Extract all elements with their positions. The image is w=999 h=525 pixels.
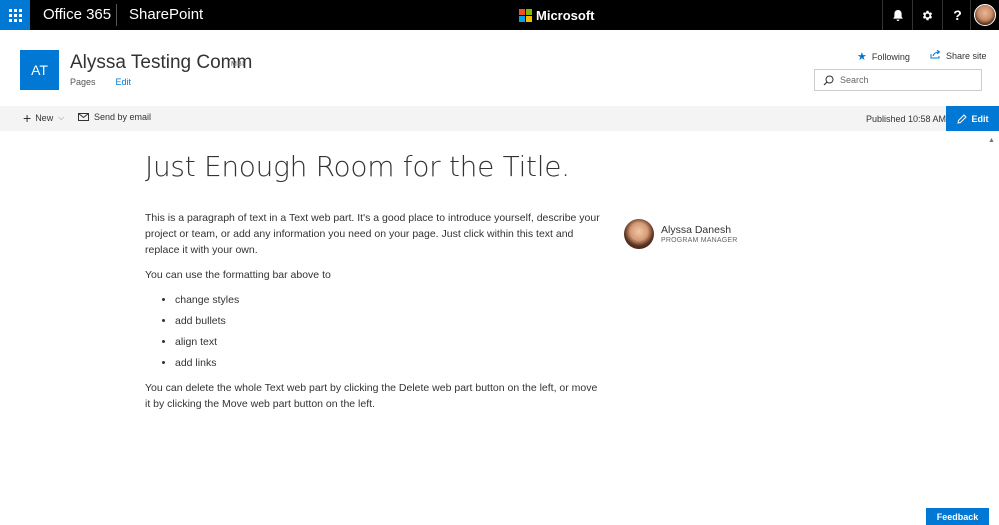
- bell-icon[interactable]: [882, 0, 912, 30]
- site-logo[interactable]: AT: [20, 50, 59, 90]
- feedback-button[interactable]: Feedback: [926, 508, 989, 525]
- waffle-icon[interactable]: [0, 0, 30, 30]
- nav-pages-link[interactable]: Pages: [70, 77, 96, 87]
- text-web-part: This is a paragraph of text in a Text we…: [145, 210, 605, 421]
- send-by-email-button[interactable]: Send by email: [78, 112, 151, 122]
- share-site-label: Share site: [946, 51, 987, 61]
- plus-icon: +: [23, 110, 32, 126]
- person-role: PROGRAM MANAGER: [661, 237, 738, 244]
- help-icon[interactable]: ?: [942, 0, 972, 30]
- site-navigation: Pages Edit: [70, 77, 131, 87]
- list-item: align text: [175, 334, 605, 350]
- microsoft-logo: Microsoft: [519, 8, 595, 23]
- search-icon: [823, 75, 834, 85]
- suite-divider: [116, 4, 117, 26]
- share-site-button[interactable]: Share site: [930, 49, 987, 62]
- search-input[interactable]: [840, 75, 970, 85]
- following-button[interactable]: ★ Following: [857, 50, 910, 63]
- person-photo: [624, 219, 654, 249]
- paragraph: You can use the formatting bar above to: [145, 269, 331, 281]
- user-avatar[interactable]: [970, 0, 999, 30]
- paragraph: You can delete the whole Text web part b…: [145, 382, 598, 410]
- chevron-down-icon: ⌵: [58, 113, 65, 122]
- sharepoint-link[interactable]: SharePoint: [129, 6, 203, 24]
- bullet-list: change styles add bullets align text add…: [175, 292, 605, 371]
- following-label: Following: [871, 51, 910, 62]
- microsoft-logo-icon: [519, 9, 532, 22]
- edit-label: Edit: [971, 113, 989, 124]
- scroll-up-arrow[interactable]: ▲: [988, 137, 995, 144]
- share-icon: [930, 49, 941, 62]
- send-by-email-label: Send by email: [94, 112, 152, 122]
- person-name: Alyssa Danesh: [661, 224, 732, 236]
- new-label: New: [35, 113, 54, 123]
- edit-page-button[interactable]: Edit: [946, 106, 999, 131]
- microsoft-brand: Microsoft: [536, 8, 595, 23]
- star-icon: ★: [857, 51, 867, 63]
- list-item: add bullets: [175, 313, 605, 329]
- command-bar: + New ⌵ Send by email Published 10:58 AM…: [0, 106, 999, 131]
- list-item: add links: [175, 355, 605, 371]
- mail-icon: [78, 113, 89, 121]
- list-item: change styles: [175, 292, 605, 308]
- site-title[interactable]: Alyssa Testing Comm: [70, 52, 252, 74]
- person-card[interactable]: Alyssa Danesh PROGRAM MANAGER: [624, 219, 738, 249]
- search-box[interactable]: [814, 69, 982, 91]
- suite-bar: Office 365 SharePoint Microsoft ?: [0, 0, 999, 30]
- nav-edit-link[interactable]: Edit: [116, 77, 132, 87]
- avatar-image: [974, 4, 996, 26]
- new-button[interactable]: + New ⌵: [23, 110, 65, 126]
- paragraph: This is a paragraph of text in a Text we…: [145, 212, 600, 256]
- office-365-link[interactable]: Office 365: [43, 6, 111, 24]
- site-classification: MBI: [231, 61, 245, 68]
- published-status: Published 10:58 AM: [866, 114, 947, 124]
- page-title: Just Enough Room for the Title.: [145, 150, 570, 183]
- gear-icon[interactable]: [912, 0, 942, 30]
- pencil-icon: [956, 113, 967, 124]
